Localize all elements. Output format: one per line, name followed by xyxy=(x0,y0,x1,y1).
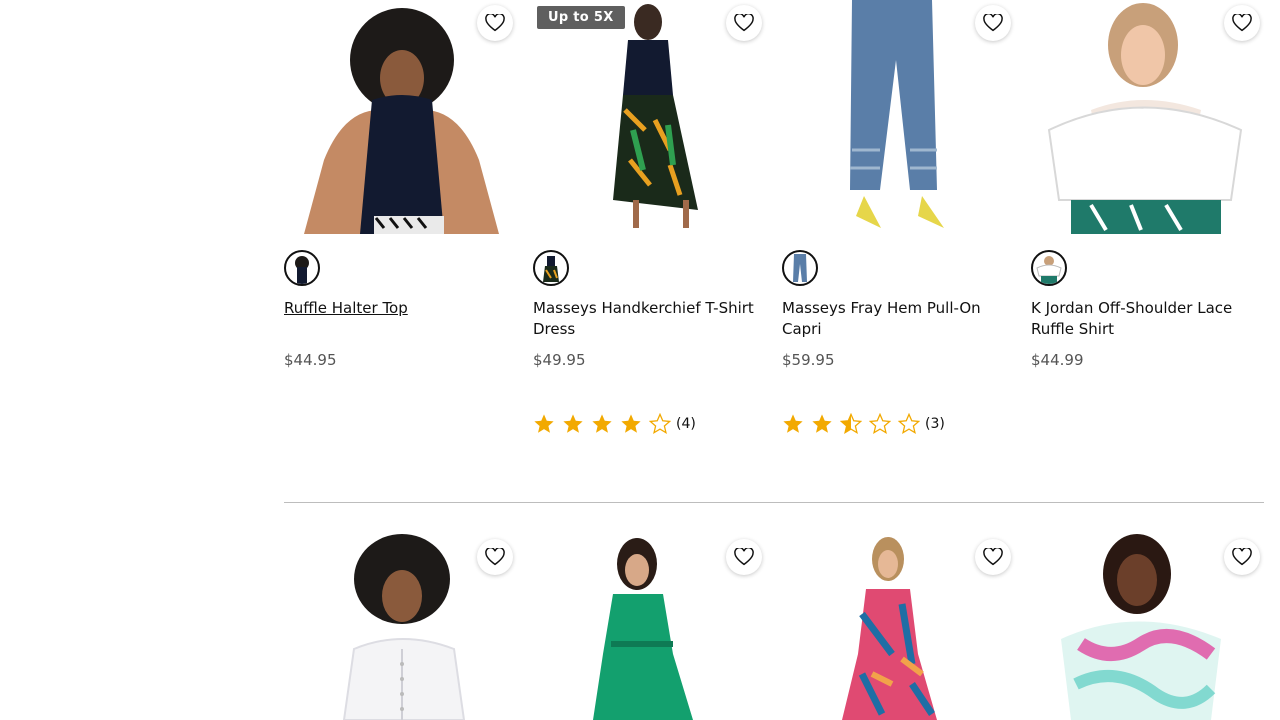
favorite-button[interactable] xyxy=(975,5,1011,41)
favorite-button[interactable] xyxy=(477,5,513,41)
heart-outline-icon xyxy=(1232,14,1252,32)
star-icon xyxy=(592,414,612,433)
product-image[interactable]: Up to 5X xyxy=(533,0,766,234)
product-rating: (3) xyxy=(782,413,945,435)
product-price: $59.95 xyxy=(782,351,835,369)
rating-count: (3) xyxy=(925,416,945,432)
product-image[interactable] xyxy=(284,0,517,234)
heart-outline-icon xyxy=(983,14,1003,32)
product-card[interactable]: Masseys Fray Hem Pull-On Capri $59.95 (3… xyxy=(782,0,1015,435)
product-image[interactable] xyxy=(782,0,1015,234)
product-name-link[interactable]: Masseys Fray Hem Pull-On Capri xyxy=(782,298,1018,340)
star-icon xyxy=(534,414,554,433)
color-swatch[interactable] xyxy=(782,250,818,286)
product-card[interactable] xyxy=(1031,534,1264,720)
color-swatch[interactable] xyxy=(1031,250,1067,286)
product-name-link[interactable]: K Jordan Off-Shoulder Lace Ruffle Shirt xyxy=(1031,298,1267,340)
product-card[interactable] xyxy=(284,534,517,720)
product-price: $44.99 xyxy=(1031,351,1084,369)
product-image[interactable] xyxy=(1031,534,1264,720)
product-card[interactable] xyxy=(533,534,766,720)
product-name-link[interactable]: Masseys Handkerchief T-Shirt Dress xyxy=(533,298,769,340)
product-rating: (4) xyxy=(533,413,696,435)
heart-outline-icon xyxy=(485,14,505,32)
rating-count: (4) xyxy=(676,416,696,432)
favorite-button[interactable] xyxy=(477,539,513,575)
product-price: $44.95 xyxy=(284,351,337,369)
product-card[interactable]: Ruffle Halter Top $44.95 xyxy=(284,0,517,369)
color-swatch[interactable] xyxy=(284,250,320,286)
heart-outline-icon xyxy=(734,548,754,566)
star-outline-icon xyxy=(869,413,891,435)
product-image[interactable] xyxy=(284,534,517,720)
favorite-button[interactable] xyxy=(726,5,762,41)
star-icon xyxy=(783,414,803,433)
favorite-button[interactable] xyxy=(726,539,762,575)
product-card[interactable]: Up to 5X Masseys Handkerchief T-Shirt Dr… xyxy=(533,0,766,435)
size-badge: Up to 5X xyxy=(537,6,625,29)
product-card[interactable]: K Jordan Off-Shoulder Lace Ruffle Shirt … xyxy=(1031,0,1264,369)
star-outline-icon xyxy=(898,413,920,435)
product-image[interactable] xyxy=(1031,0,1264,234)
star-icon xyxy=(621,414,641,433)
product-image[interactable] xyxy=(782,534,1015,720)
star-icon xyxy=(812,414,832,433)
favorite-button[interactable] xyxy=(1224,539,1260,575)
heart-outline-icon xyxy=(1232,548,1252,566)
product-card[interactable] xyxy=(782,534,1015,720)
product-price: $49.95 xyxy=(533,351,586,369)
star-icon xyxy=(563,414,583,433)
favorite-button[interactable] xyxy=(975,539,1011,575)
star-half-icon xyxy=(840,413,862,435)
color-swatch[interactable] xyxy=(533,250,569,286)
heart-outline-icon xyxy=(734,14,754,32)
product-image[interactable] xyxy=(533,534,766,720)
star-outline-icon xyxy=(649,413,671,435)
heart-outline-icon xyxy=(983,548,1003,566)
heart-outline-icon xyxy=(485,548,505,566)
favorite-button[interactable] xyxy=(1224,5,1260,41)
row-divider xyxy=(284,502,1264,503)
product-name-link[interactable]: Ruffle Halter Top xyxy=(284,298,520,319)
